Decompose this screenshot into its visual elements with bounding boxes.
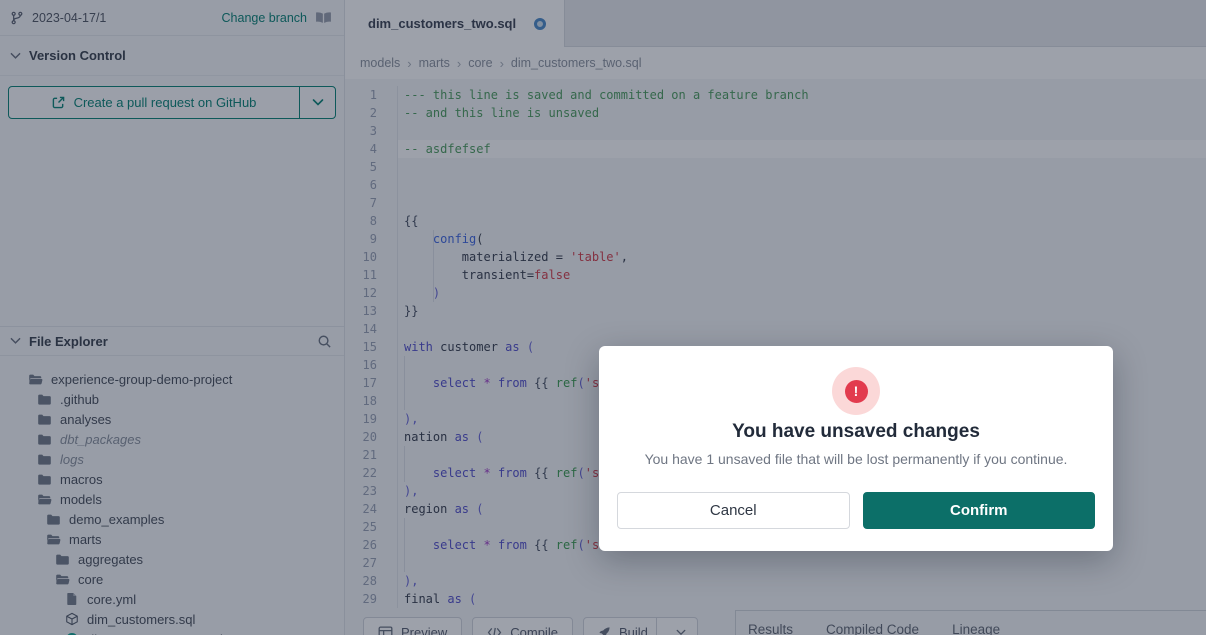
unsaved-changes-modal: ! You have unsaved changes You have 1 un…: [599, 346, 1113, 551]
modal-title: You have unsaved changes: [617, 421, 1095, 443]
modal-actions: Cancel Confirm: [617, 492, 1095, 529]
dbt-ide-window: 2023-04-17/1 Change branch Version Contr…: [0, 0, 1206, 635]
alert-icon: !: [832, 367, 880, 415]
exclamation-icon: !: [845, 380, 868, 403]
modal-body: You have 1 unsaved file that will be los…: [617, 451, 1095, 467]
cancel-button[interactable]: Cancel: [617, 492, 850, 529]
confirm-button[interactable]: Confirm: [863, 492, 1096, 529]
